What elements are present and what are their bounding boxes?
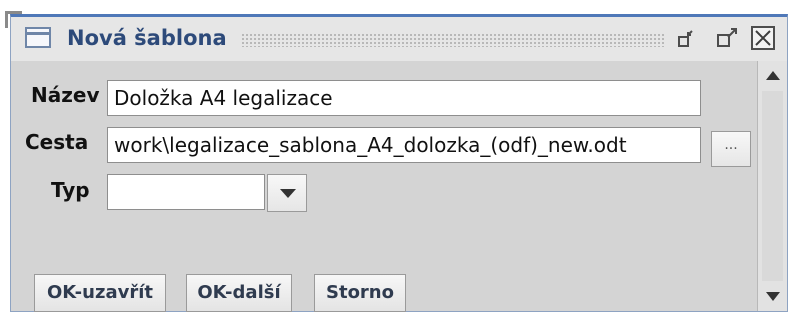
vertical-scrollbar[interactable]: [757, 61, 787, 311]
name-label: Název: [31, 83, 100, 107]
restore-button[interactable]: [716, 28, 740, 50]
path-label: Cesta: [25, 130, 89, 154]
name-input[interactable]: Doložka A4 legalizace: [107, 80, 701, 116]
minimize-icon: [678, 30, 693, 47]
ok-close-button[interactable]: OK-uzavřít: [34, 274, 166, 312]
window-title: Nová šablona: [67, 26, 227, 50]
minimize-button[interactable]: [677, 28, 701, 50]
path-input[interactable]: work\legalizace_sablona_A4_dolozka_(odf)…: [107, 127, 701, 163]
type-dropdown-button[interactable]: [267, 174, 307, 212]
restore-icon: [717, 28, 737, 47]
type-select[interactable]: [107, 174, 265, 210]
scroll-down-icon[interactable]: [758, 281, 787, 311]
dialog-window: Nová šablona Název Doložka A4 legalizace…: [5, 11, 788, 312]
window-icon: [25, 27, 51, 48]
title-bar-grip: [241, 33, 666, 47]
browse-button[interactable]: ...: [711, 131, 751, 167]
ok-next-button[interactable]: OK-další: [186, 274, 292, 312]
type-label: Typ: [51, 178, 90, 202]
scroll-track[interactable]: [762, 91, 783, 281]
close-button[interactable]: [751, 26, 775, 50]
dialog-content: Název Doložka A4 legalizace Cesta work\l…: [11, 61, 759, 312]
close-icon: [755, 30, 771, 46]
cancel-button[interactable]: Storno: [314, 274, 406, 312]
title-bar[interactable]: Nová šablona: [11, 17, 787, 62]
scroll-up-icon[interactable]: [758, 61, 787, 91]
